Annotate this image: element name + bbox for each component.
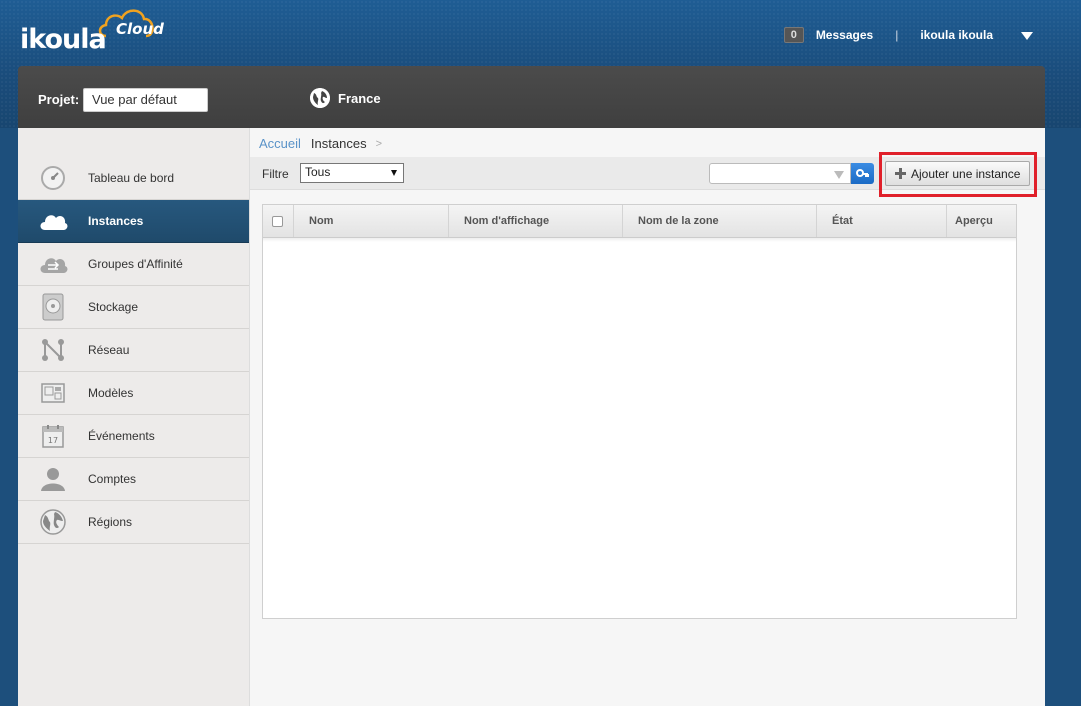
sidebar-item-label: Comptes [88,472,137,486]
header-separator: | [895,28,899,42]
column-header-preview[interactable]: Aperçu [947,205,1016,237]
sidebar-item-instances[interactable]: Instances [18,200,249,243]
search-options-icon[interactable] [834,171,844,179]
sidebar-item-label: Instances [88,214,144,228]
sidebar-item-events[interactable]: 17 Événements [18,415,249,458]
main-content: Accueil Instances > Filtre Tous Ajouter … [250,128,1045,706]
search-icon [856,168,869,177]
affinity-cloud-icon [38,250,68,278]
disk-icon [38,293,68,321]
region-selector[interactable]: France [310,88,381,108]
globe-icon [310,88,330,108]
sidebar-item-accounts[interactable]: Comptes [18,458,249,501]
sidebar-item-label: Événements [88,429,155,443]
network-icon [38,336,68,364]
select-all-cell [263,205,294,237]
svg-text:17: 17 [48,436,58,445]
column-header-display-name[interactable]: Nom d'affichage [449,205,623,237]
chevron-down-icon [391,170,397,176]
project-label: Projet: [38,92,80,107]
instances-table: Nom Nom d'affichage Nom de la zone État … [262,204,1017,619]
column-header-state[interactable]: État [817,205,947,237]
region-label: France [338,90,381,106]
sidebar-item-dashboard[interactable]: Tableau de bord [18,157,249,200]
column-header-zone-name[interactable]: Nom de la zone [623,205,817,237]
sidebar-item-label: Tableau de bord [88,171,175,185]
sidebar-item-label: Stockage [88,300,139,314]
filter-select-value: Tous [305,165,331,179]
breadcrumb-current: Instances [310,136,367,151]
globe-icon [38,508,68,536]
sidebar-item-network[interactable]: Réseau [18,329,249,372]
logo-cloud-text: Cloud [116,20,164,38]
chevron-down-icon[interactable] [1021,32,1033,40]
logo-main-text: ikoula [20,24,107,55]
project-select[interactable]: Vue par défaut [83,88,208,112]
sidebar-item-storage[interactable]: Stockage [18,286,249,329]
search-button[interactable] [851,163,874,184]
sidebar: Tableau de bord Instances Groupes d'Affi… [18,128,250,706]
user-area: 0 Messages | ikoula ikoula [783,26,1033,44]
dashboard-icon [38,164,68,192]
breadcrumb-home-link[interactable]: Accueil [259,136,301,151]
breadcrumb-arrow: > [375,137,383,150]
user-name[interactable]: ikoula ikoula [920,28,993,42]
project-bar: Projet: Vue par défaut France [18,66,1045,128]
breadcrumb: Accueil Instances > [259,136,382,151]
table-header: Nom Nom d'affichage Nom de la zone État … [263,205,1016,238]
messages-link[interactable]: Messages [816,28,873,42]
sidebar-item-templates[interactable]: Modèles [18,372,249,415]
user-icon [38,465,68,493]
sidebar-item-label: Réseau [88,343,130,357]
messages-count-badge[interactable]: 0 [783,27,804,43]
search-input[interactable] [709,163,851,184]
cloud-icon [38,207,68,235]
sidebar-item-label: Régions [88,515,133,529]
sidebar-item-label: Groupes d'Affinité [88,257,183,271]
calendar-icon: 17 [38,422,68,450]
filter-label: Filtre [262,167,289,181]
templates-icon [38,379,68,407]
add-instance-button[interactable]: Ajouter une instance [885,161,1030,186]
column-header-name[interactable]: Nom [294,205,449,237]
sidebar-item-label: Modèles [88,386,134,400]
add-instance-label: Ajouter une instance [911,166,1021,181]
sidebar-item-regions[interactable]: Régions [18,501,249,544]
ikoula-cloud-logo[interactable]: Cloud ikoula [18,6,164,56]
table-body [263,238,1016,242]
filter-select[interactable]: Tous [300,163,404,183]
select-all-checkbox[interactable] [272,215,283,227]
plus-icon [895,168,906,179]
sidebar-item-affinity-groups[interactable]: Groupes d'Affinité [18,243,249,286]
